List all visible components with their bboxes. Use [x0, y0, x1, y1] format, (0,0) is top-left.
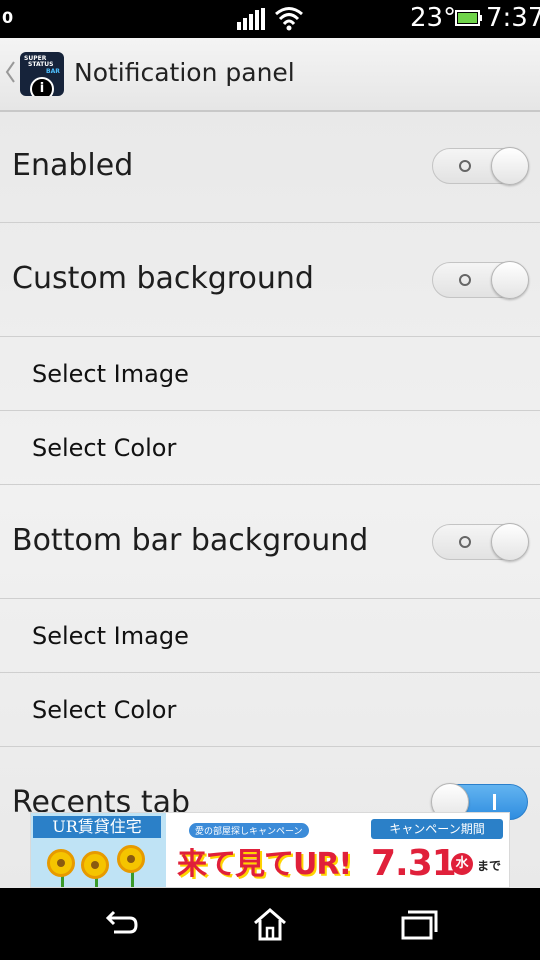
setting-label-bottom-bar-background: Bottom bar background	[12, 523, 369, 558]
recent-apps-icon[interactable]	[398, 906, 438, 942]
app-icon[interactable]: SUPER STATUS BAR i	[20, 52, 64, 96]
toggle-off-mark-icon	[459, 160, 471, 172]
app-icon-text-bar: BAR	[46, 68, 60, 75]
ad-campaign-label: 愛の部屋探しキャンペーン	[189, 823, 309, 838]
setting-row-bottom-bar-background[interactable]: Bottom bar background	[0, 485, 540, 599]
toggle-off-mark-icon	[459, 274, 471, 286]
back-icon[interactable]	[100, 906, 140, 942]
ad-middle-panel: 愛の部屋探しキャンペーン 来て見てUR!	[169, 813, 365, 887]
bottom-bar-background-toggle[interactable]	[432, 523, 529, 561]
toggle-knob	[491, 147, 529, 185]
toggle-knob	[491, 523, 529, 561]
info-icon: i	[30, 77, 54, 96]
clock-text: 7:37	[486, 3, 540, 33]
status-bar: 0 23° 7:37	[0, 0, 540, 38]
enabled-toggle[interactable]	[432, 147, 529, 185]
setting-row-custom-select-color[interactable]: Select Color	[0, 411, 540, 485]
sunflower-icon	[117, 845, 145, 873]
setting-row-bottom-select-image[interactable]: Select Image	[0, 599, 540, 673]
battery-icon	[455, 10, 482, 26]
action-bar: SUPER STATUS BAR i Notification panel	[0, 38, 540, 112]
sunflower-icon	[47, 849, 75, 877]
setting-row-custom-background[interactable]: Custom background	[0, 223, 540, 337]
toggle-off-mark-icon	[459, 536, 471, 548]
ad-right-panel: キャンペーン期間 7.31 水 まで	[365, 813, 509, 887]
settings-list: Enabled Custom background Select Image S…	[0, 112, 540, 888]
toggle-on-mark-icon	[493, 794, 496, 810]
ad-weekday: 水	[451, 853, 473, 875]
ad-headline: 来て見てUR!	[177, 847, 352, 882]
status-left-text: 0	[2, 8, 14, 27]
page-title: Notification panel	[74, 58, 295, 87]
setting-label-select-image: Select Image	[32, 360, 189, 388]
signal-icon	[237, 8, 265, 30]
wifi-icon	[275, 7, 303, 31]
setting-label-select-color: Select Color	[32, 434, 177, 462]
setting-row-custom-select-image[interactable]: Select Image	[0, 337, 540, 411]
ad-banner[interactable]: UR賃貸住宅 愛の部屋探しキャンペーン 来て見てUR! キャンペーン期間 7.3…	[30, 812, 510, 888]
ad-period-label: キャンペーン期間	[371, 819, 503, 839]
app-icon-text-status: STATUS	[28, 61, 54, 68]
home-icon[interactable]	[250, 906, 290, 942]
setting-label-select-color: Select Color	[32, 696, 177, 724]
ad-logo: UR賃貸住宅	[33, 816, 161, 838]
ad-until: まで	[477, 859, 502, 873]
setting-label-enabled: Enabled	[12, 148, 134, 183]
custom-background-toggle[interactable]	[432, 261, 529, 299]
chevron-left-icon[interactable]	[4, 58, 16, 86]
setting-label-select-image: Select Image	[32, 622, 189, 650]
navigation-bar	[0, 888, 540, 960]
toggle-knob	[491, 261, 529, 299]
ad-left-panel: UR賃貸住宅	[31, 813, 166, 887]
setting-row-enabled[interactable]: Enabled	[0, 112, 540, 223]
temperature-text: 23°	[410, 3, 457, 33]
setting-row-bottom-select-color[interactable]: Select Color	[0, 673, 540, 747]
sunflower-icon	[81, 851, 109, 879]
ad-date: 7.31	[371, 843, 457, 884]
setting-label-custom-background: Custom background	[12, 261, 314, 296]
